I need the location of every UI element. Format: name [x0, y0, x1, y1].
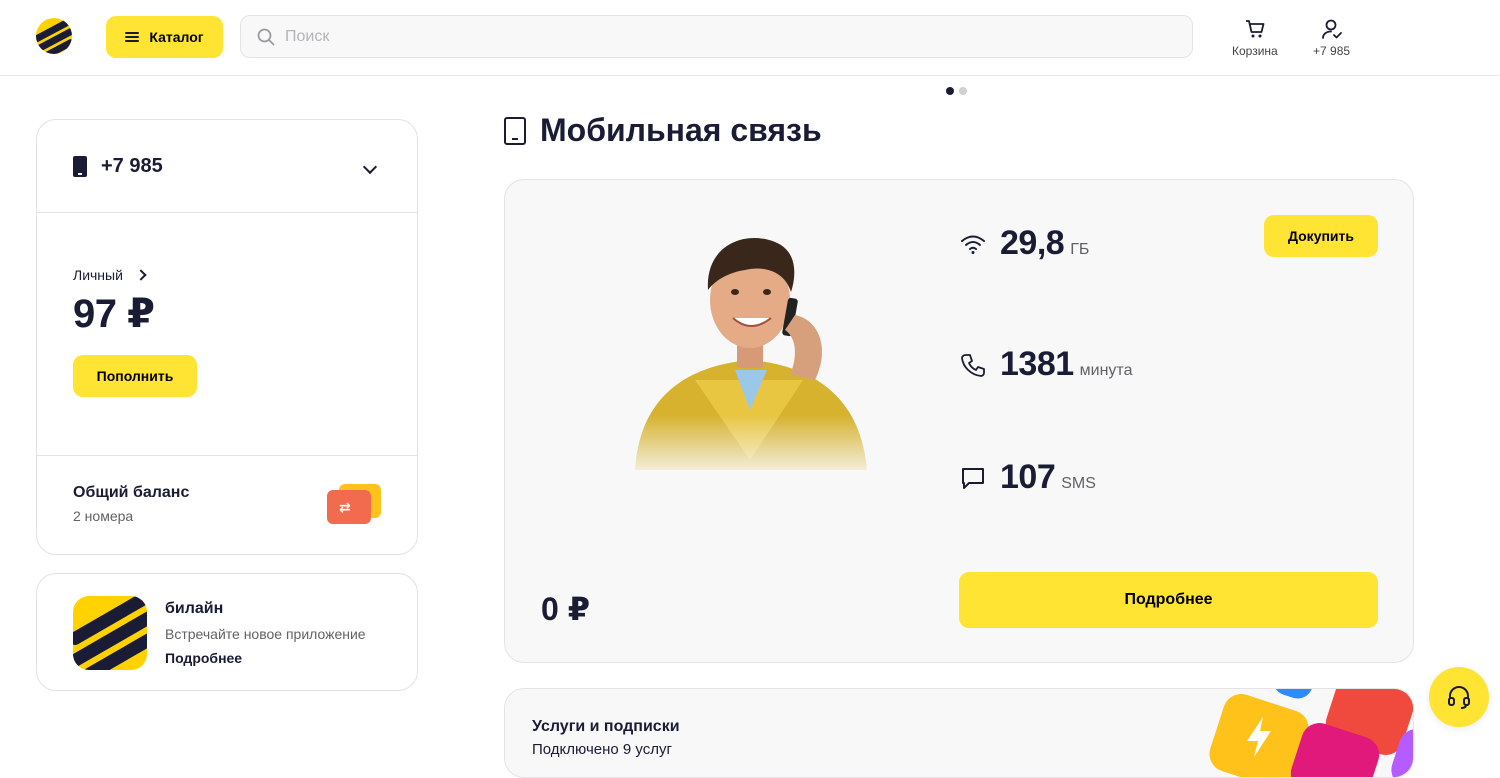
user-icon	[1321, 19, 1342, 39]
sms-stat: 107 SMS	[960, 458, 1096, 497]
section-title-text: Мобильная связь	[540, 112, 822, 148]
data-stat: 29,8 ГБ	[960, 224, 1089, 263]
data-value: 29,8	[1000, 224, 1065, 262]
carousel-dots	[946, 87, 967, 95]
number-selector[interactable]: +7 985	[37, 120, 417, 213]
buy-more-button[interactable]: Докупить	[1264, 215, 1378, 257]
sms-unit: SMS	[1061, 475, 1096, 492]
menu-icon	[125, 32, 140, 42]
beeline-logo[interactable]	[36, 18, 72, 54]
phone-call-icon	[961, 353, 985, 377]
account-number: +7 985	[101, 154, 163, 177]
minutes-stat: 1381 минута	[960, 345, 1132, 384]
services-title: Услуги и подписки	[532, 718, 680, 735]
wifi-icon	[961, 235, 985, 254]
minutes-value: 1381	[1000, 345, 1074, 383]
mobile-tariff-card: 29,8 ГБ 1381 минута 107 SMS Докупить 0 ₽…	[504, 179, 1414, 663]
app-promo-title: билайн	[165, 600, 224, 617]
cart-icon	[1245, 20, 1265, 38]
chevron-right-icon	[135, 269, 147, 281]
cart-label: Корзина	[1232, 44, 1278, 58]
message-icon	[962, 467, 984, 489]
account-type-link[interactable]: Личный	[73, 267, 381, 283]
services-subtitle: Подключено 9 услуг	[532, 741, 672, 758]
wallet-icon: ⇄	[327, 484, 381, 524]
cart-button[interactable]: Корзина	[1232, 18, 1278, 58]
promo-person-image	[545, 220, 957, 480]
support-chat-button[interactable]	[1429, 667, 1489, 727]
profile-label: +7 985	[1313, 44, 1351, 58]
search-icon	[257, 28, 275, 45]
account-type-label: Личный	[73, 267, 123, 283]
carousel-dot-1[interactable]	[946, 87, 954, 95]
balance-value: 97 ₽	[73, 292, 155, 336]
balance-section: Личный 97 ₽ Пополнить	[37, 213, 417, 456]
app-promo-link[interactable]: Подробнее	[165, 650, 366, 666]
topup-button[interactable]: Пополнить	[73, 355, 197, 397]
tariff-price: 0 ₽	[541, 591, 590, 627]
tariff-details-button[interactable]: Подробнее	[959, 572, 1378, 628]
app-promo-card[interactable]: билайн Встречайте новое приложение Подро…	[36, 573, 418, 691]
minutes-unit: минута	[1079, 362, 1133, 379]
search-bar[interactable]	[240, 15, 1193, 58]
chevron-down-icon	[362, 159, 378, 175]
data-unit: ГБ	[1070, 241, 1090, 258]
headset-icon	[1448, 686, 1470, 709]
section-title: Мобильная связь	[504, 112, 822, 149]
catalog-button[interactable]: Каталог	[106, 16, 223, 58]
shared-balance-link[interactable]: Общий баланс 2 номера ⇄	[37, 456, 417, 554]
phone-icon	[73, 155, 87, 177]
services-card[interactable]: Услуги и подписки Подключено 9 услуг	[504, 688, 1414, 778]
smartphone-icon	[504, 116, 526, 145]
search-input[interactable]	[285, 27, 1145, 46]
app-promo-subtitle: Встречайте новое приложение	[165, 626, 366, 642]
beeline-app-icon	[73, 596, 147, 670]
carousel-dot-2[interactable]	[959, 87, 967, 95]
profile-button[interactable]: +7 985	[1313, 18, 1350, 58]
sms-value: 107	[1000, 458, 1056, 496]
lightning-icon	[1247, 717, 1271, 757]
top-header: Каталог Корзина +7 985	[0, 0, 1500, 76]
account-card: +7 985 Личный 97 ₽ Пополнить Общий балан…	[36, 119, 418, 555]
services-illustration	[1195, 689, 1413, 777]
catalog-label: Каталог	[149, 29, 204, 45]
